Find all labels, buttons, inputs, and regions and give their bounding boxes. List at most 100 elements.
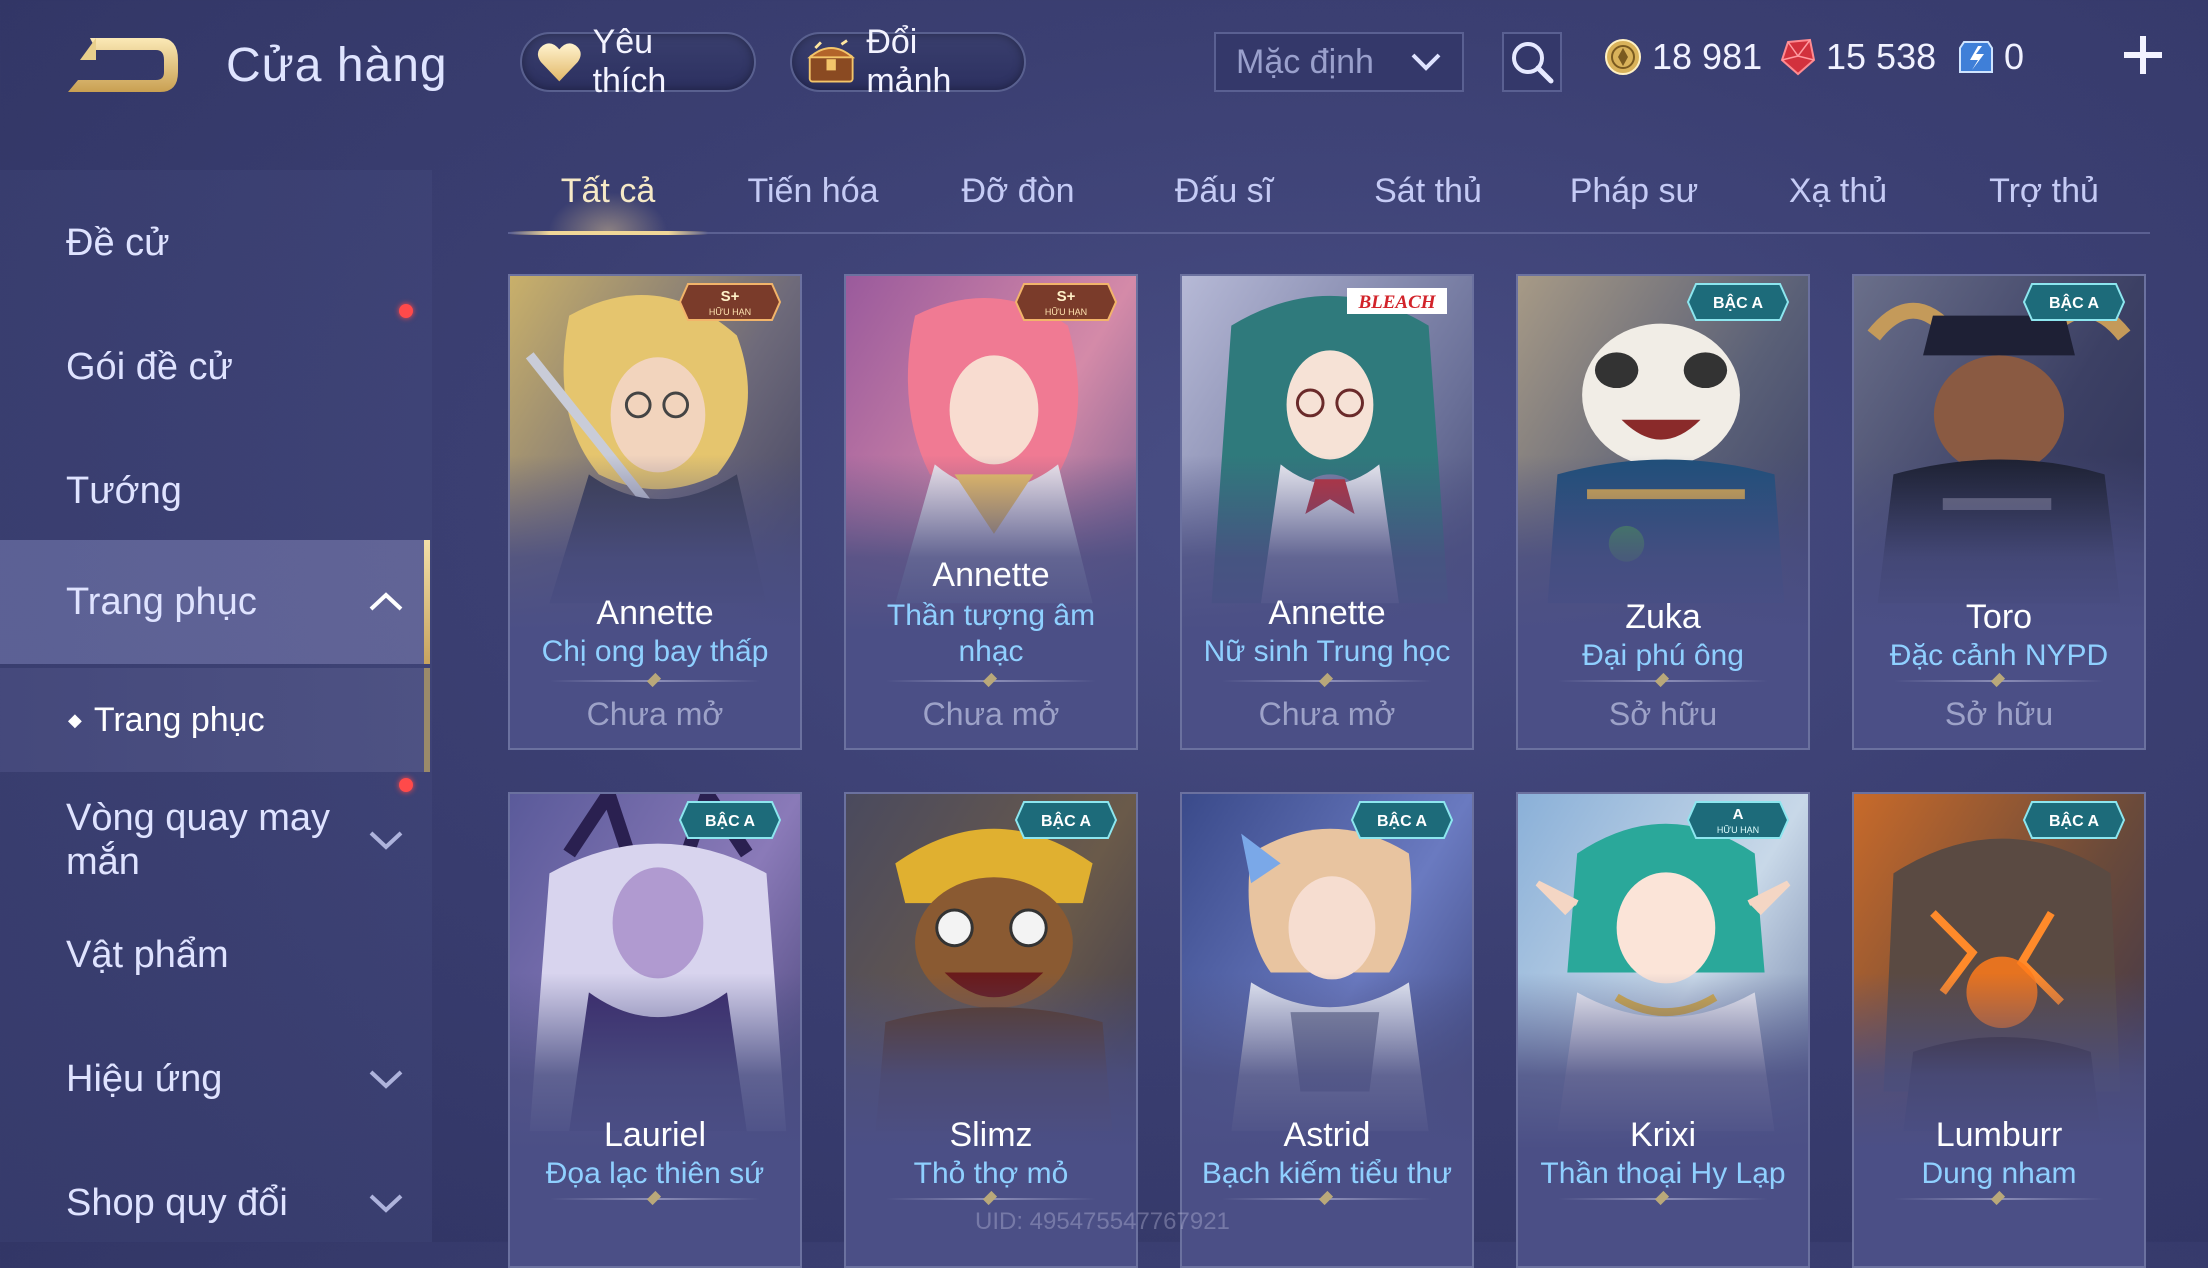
sort-dropdown[interactable]: Mặc định [1214,32,1464,92]
notification-dot [399,778,413,792]
chevron-up-icon [369,592,403,611]
chevron-down-icon [369,1070,403,1089]
ownership-status: Sở hữu [1944,696,2054,732]
svg-text:HỮU HẠN: HỮU HẠN [709,307,751,317]
svg-text:S+: S+ [1057,288,1076,305]
favorites-button[interactable]: Yêu thích [520,23,756,100]
voucher-balance: 0 [1958,36,2024,78]
tab-tank[interactable]: Đỡ đòn [928,172,1108,211]
sidebar-subitem-label: Trang phục [93,700,265,739]
skin-name: Thần thoại Hy Lạp [1540,1157,1786,1190]
tab-marksman[interactable]: Xạ thủ [1748,172,1928,211]
sidebar-item-label: Trang phục [66,580,257,623]
skin-card[interactable]: A HỮU HẠN Krixi Thần thoại Hy Lạp [1516,792,1810,1268]
tab-mage[interactable]: Pháp sư [1544,172,1724,211]
chevron-down-icon [369,831,403,850]
skin-card[interactable]: BẬC A Astrid Bạch kiếm tiểu thư [1180,792,1474,1268]
svg-text:BLEACH: BLEACH [1357,292,1436,313]
gold-coin-icon [1605,39,1641,75]
skin-name: Chị ong bay thấp [541,635,769,668]
ruby-gem-icon [1780,38,1816,76]
ownership-status: Chưa mở [1258,696,1396,732]
svg-text:BẬC A: BẬC A [2049,293,2100,312]
tab-all[interactable]: Tất cả [518,172,698,211]
tab-evolution[interactable]: Tiến hóa [723,172,903,211]
tier-badge: S+ HỮU HẠN [678,283,782,321]
sidebar-item-effects[interactable]: Hiệu ứng [0,1024,430,1134]
skin-card[interactable]: S+ HỮU HẠN Annette Thần tượng âm nhạc Ch… [844,274,1138,750]
voucher-amount: 0 [2004,36,2025,77]
back-arrow-icon[interactable] [60,30,185,105]
svg-text:HỮU HẠN: HỮU HẠN [1717,825,1759,835]
tier-badge: A HỮU HẠN [1686,801,1790,839]
skin-name: Đọa lạc thiên sứ [545,1157,765,1190]
svg-text:S+: S+ [721,288,740,305]
diamond-bullet-icon: ◆ [68,709,82,730]
sidebar-item-skins[interactable]: Trang phục [0,540,430,664]
skin-card[interactable]: S+ HỮU HẠN Annette Chị ong bay thấp Chưa… [508,274,802,750]
skin-card[interactable]: BẬC A Toro Đặc cảnh NYPD Sở hữu [1852,274,2146,750]
skin-name: Bạch kiếm tiểu thư [1201,1157,1453,1190]
svg-text:BẬC A: BẬC A [1713,293,1764,312]
hero-name: Annette [1268,594,1386,632]
skin-card[interactable]: BẬC A Slimz Thỏ thợ mỏ [844,792,1138,1268]
tab-support[interactable]: Trợ thủ [1954,172,2134,211]
tab-fighter[interactable]: Đấu sĩ [1134,172,1314,211]
svg-text:BẬC A: BẬC A [1041,811,1092,830]
hero-name: Lumburr [1935,1116,2063,1154]
tier-badge: BẬC A [2022,801,2126,839]
chevron-down-icon [369,1194,403,1213]
search-icon [1512,42,1554,84]
skin-card[interactable]: BLEACH Annette Nữ sinh Trung học Chưa mở [1180,274,1474,750]
skin-card[interactable]: BẬC A Lauriel Đọa lạc thiên sứ [508,792,802,1268]
ruby-amount: 15 538 [1826,36,1937,77]
svg-text:BẬC A: BẬC A [1377,811,1428,830]
sidebar-subitem-skins[interactable]: ◆ Trang phục [0,668,430,772]
skin-card[interactable]: BẬC A Zuka Đại phú ông Sở hữu [1516,274,1810,750]
hero-name: Lauriel [603,1116,707,1154]
divider [886,680,1096,682]
divider [1894,680,2104,682]
skin-name: Thỏ thợ mỏ [913,1157,1069,1190]
divider [1558,680,1768,682]
add-currency-plus-icon[interactable] [2118,30,2168,80]
sidebar-item-heroes[interactable]: Tướng [0,436,430,546]
ownership-status: Chưa mở [922,696,1060,732]
sidebar-item-featured[interactable]: Đề cử [0,188,430,298]
svg-text:A: A [1733,806,1744,823]
sidebar: Đề cử Gói đề cử Tướng Trang phục ◆ Trang… [0,170,432,1242]
active-indicator [424,668,430,772]
exchange-shards-button[interactable]: Đổi mảnh [790,23,1026,100]
tier-badge: BẬC A [1686,283,1790,321]
divider [1222,1198,1432,1200]
hero-name: Astrid [1283,1116,1371,1154]
ownership-status: Sở hữu [1608,696,1718,732]
active-tab-underline [510,231,708,235]
top-bar: Cửa hàng Yêu thích Đổi mảnh Mặc định 18 … [0,0,2208,130]
skin-name: Đại phú ông [1582,639,1744,672]
sidebar-item-label: Vật phẩm [66,933,229,976]
sidebar-item-items[interactable]: Vật phẩm [0,900,430,1010]
divider [550,1198,760,1200]
uid-watermark: UID: 4954755477679​21 [975,1208,1230,1235]
skin-name: Thần tượng âm nhạc [886,599,1096,668]
tier-badge: BẬC A [1014,801,1118,839]
voucher-icon [1959,41,1993,73]
sidebar-item-featured-packs[interactable]: Gói đề cử [0,312,430,422]
svg-text:HỮU HẠN: HỮU HẠN [1045,307,1087,317]
tier-badge: BẬC A [2022,283,2126,321]
hero-name: Annette [596,594,714,632]
divider [1558,1198,1768,1200]
skin-card[interactable]: BẬC A Lumburr Dung nham [1852,792,2146,1268]
search-button[interactable] [1502,32,1562,92]
heart-icon [537,43,581,82]
page-title: Cửa hàng [226,39,448,92]
sidebar-item-lucky-wheel[interactable]: Vòng quay may mắn [0,780,430,900]
bleach-collab-badge: BLEACH [1347,288,1447,314]
tab-assassin[interactable]: Sát thủ [1338,172,1518,211]
favorites-label: Yêu thích [592,23,667,100]
gold-balance: 18 981 [1604,36,1762,78]
notification-dot [399,304,413,318]
skin-name: Dung nham [1921,1157,2077,1190]
gold-amount: 18 981 [1652,36,1763,77]
